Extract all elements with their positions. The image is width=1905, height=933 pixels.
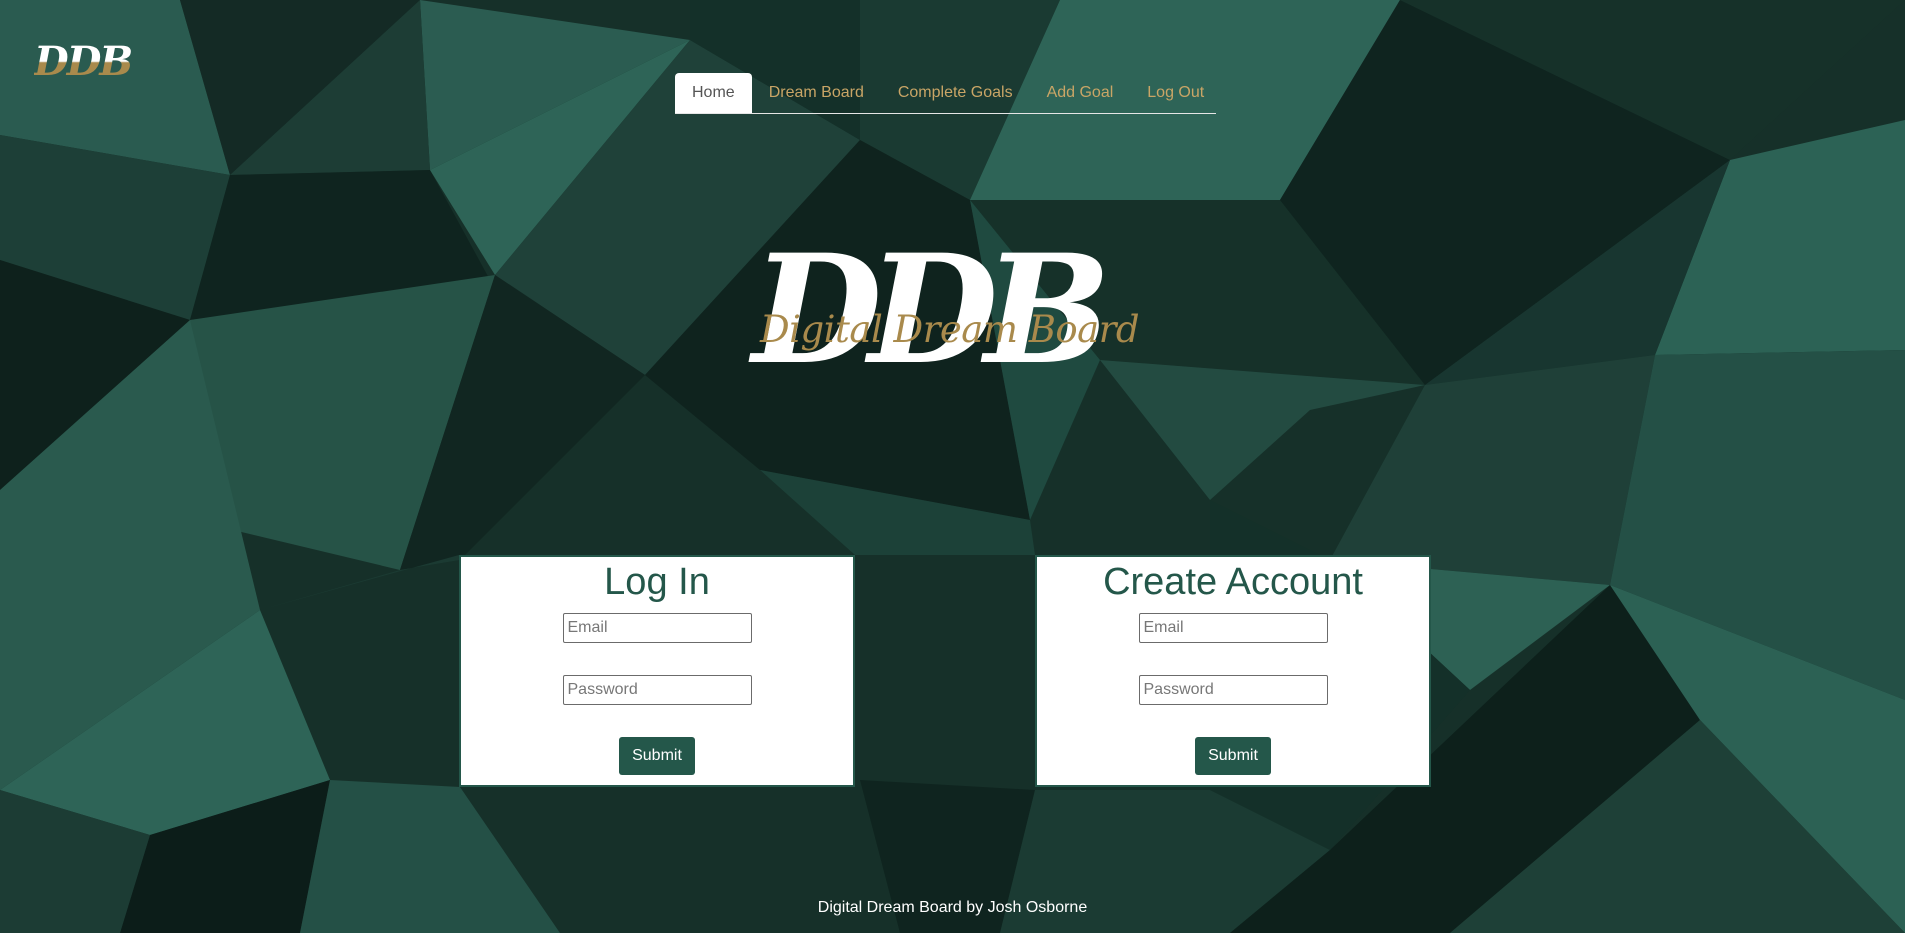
nav-item-add-goal[interactable]: Add Goal [1030, 73, 1131, 113]
login-card: Log In Submit [459, 555, 855, 787]
create-account-card: Create Account Submit [1035, 555, 1431, 787]
create-account-title: Create Account [1103, 561, 1363, 603]
nav-item-log-out[interactable]: Log Out [1130, 73, 1221, 113]
create-account-submit-button[interactable]: Submit [1195, 737, 1271, 775]
create-account-password-input[interactable] [1138, 675, 1328, 705]
nav-item-complete-goals[interactable]: Complete Goals [881, 73, 1030, 113]
hero-logo: DDB Digital Dream Board [740, 235, 1160, 415]
footer-credit: Digital Dream Board by Josh Osborne [817, 899, 1088, 916]
background-pattern [0, 0, 1905, 933]
login-password-input[interactable] [562, 675, 752, 705]
login-title: Log In [604, 561, 710, 603]
nav-item-dream-board[interactable]: Dream Board [752, 73, 881, 113]
hero-logo-subtitle: Digital Dream Board [760, 308, 1140, 351]
main-nav: Home Dream Board Complete Goals Add Goal… [675, 73, 1216, 114]
nav-item-home[interactable]: Home [675, 73, 752, 113]
create-account-email-input[interactable] [1138, 613, 1328, 643]
corner-logo[interactable]: DDB [34, 42, 133, 82]
login-submit-button[interactable]: Submit [619, 737, 695, 775]
login-email-input[interactable] [562, 613, 752, 643]
footer: Digital Dream Board by Josh Osborne [0, 899, 1905, 917]
